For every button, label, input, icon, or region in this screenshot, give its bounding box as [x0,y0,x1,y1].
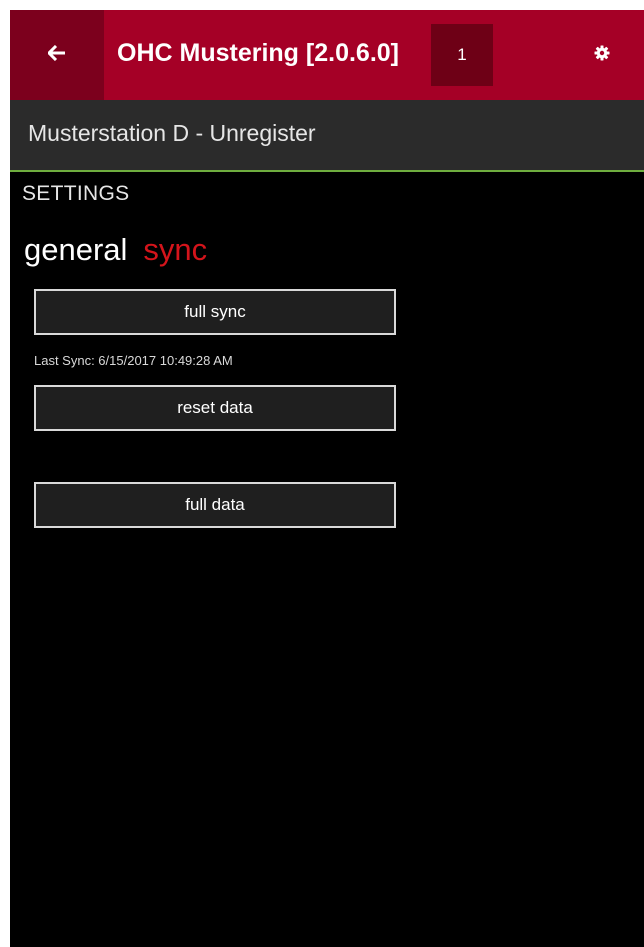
reset-data-label: reset data [177,398,253,417]
badge-count: 1 [457,45,467,64]
tab-sync[interactable]: sync [143,232,207,267]
page-header: Musterstation D - Unregister [10,100,644,172]
full-sync-button[interactable]: full sync [34,289,396,335]
settings-heading: SETTINGS [22,182,130,205]
tab-general[interactable]: general [24,232,127,267]
page-header-title: Musterstation D - Unregister [28,120,316,146]
settings-button[interactable] [586,39,618,71]
last-sync-timestamp: Last Sync: 6/15/2017 10:49:28 AM [34,353,233,368]
full-data-button[interactable]: full data [34,482,396,528]
app-title: OHC Mustering [2.0.6.0] [117,39,399,67]
full-sync-label: full sync [184,302,246,321]
reset-data-button[interactable]: reset data [34,385,396,431]
gear-icon [594,45,610,66]
back-arrow-icon [46,44,66,66]
title-bar: OHC Mustering [2.0.6.0] 1 [10,10,644,100]
settings-tabs: general sync [24,232,207,268]
notification-count-badge[interactable]: 1 [431,24,493,86]
app-window: OHC Mustering [2.0.6.0] 1 Musterstation … [10,10,644,947]
full-data-label: full data [185,495,245,514]
back-button[interactable] [10,10,104,100]
